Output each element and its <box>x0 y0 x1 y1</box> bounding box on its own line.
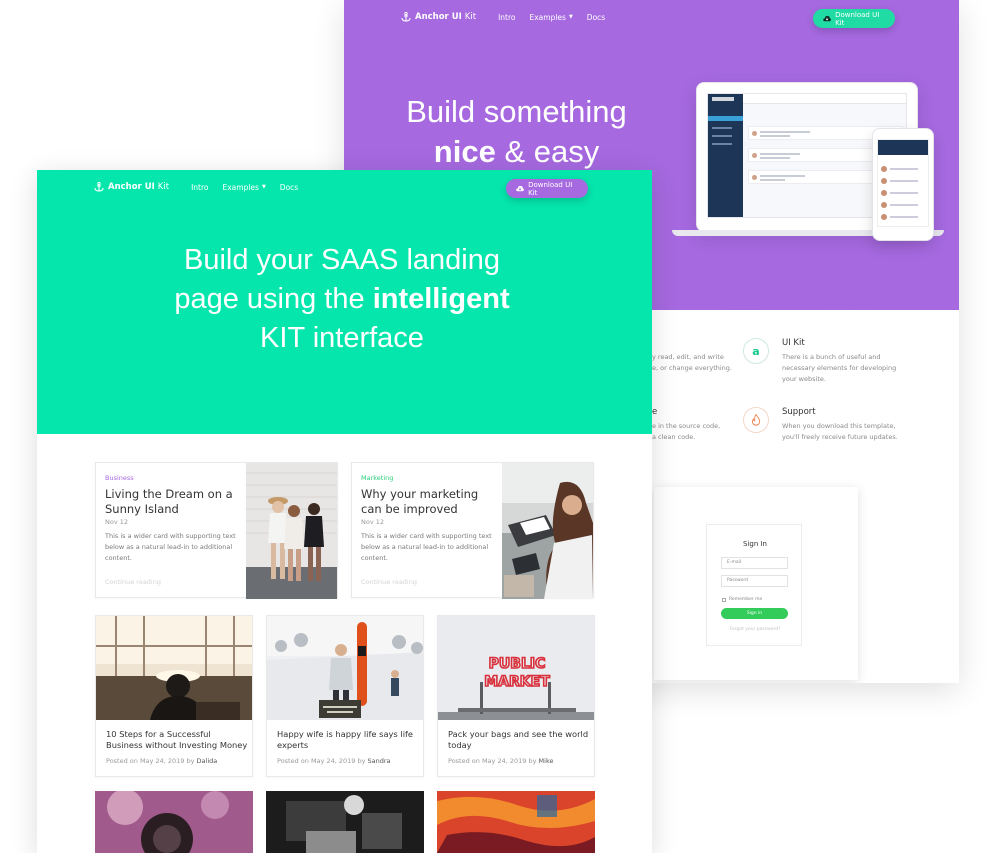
flame-icon <box>743 407 769 433</box>
headline-line2: & easy <box>504 134 600 169</box>
article-card[interactable]: PUBLIC MARKET Pack your bags and see the… <box>437 615 595 777</box>
headline-line2: page using the <box>174 283 365 315</box>
card-date: Nov 12 <box>361 518 385 526</box>
author-name[interactable]: Sandra <box>368 757 391 765</box>
signin-title: Sign In <box>743 540 767 548</box>
phone-mockup <box>872 128 934 241</box>
article-card-image[interactable] <box>95 791 253 853</box>
forgot-password-link[interactable]: Forgot your password? <box>707 627 803 632</box>
public-sign-text: PUBLIC <box>489 656 546 672</box>
nav-intro-link[interactable]: Intro <box>191 183 208 192</box>
feature-text-fragment: a clean code. <box>652 433 696 441</box>
front-navbar: Anchor UI Kit Intro Examples ▼ Docs <box>94 182 312 192</box>
continue-reading-link[interactable]: Continue reading <box>361 578 417 586</box>
nav-examples-label: Examples <box>222 182 259 192</box>
card-title: Pack your bags and see the world today <box>448 729 589 750</box>
author-name[interactable]: Mike <box>539 757 554 765</box>
phone-screen <box>877 139 929 227</box>
card-title: Happy wife is happy life says life exper… <box>277 729 414 750</box>
card-title: 10 Steps for a Successful Business witho… <box>106 729 248 750</box>
article-card-wide[interactable]: Business Living the Dream on a Sunny Isl… <box>95 462 338 599</box>
card-image <box>502 463 593 599</box>
nav-examples-dropdown[interactable]: Examples ▼ <box>529 13 572 22</box>
anchor-icon <box>94 182 104 192</box>
card-meta: Posted on May 24, 2019 by Mike <box>448 757 554 765</box>
card-title: Why your marketing can be improved <box>361 487 479 516</box>
nav-examples-dropdown[interactable]: Examples ▼ <box>222 183 265 192</box>
brand-suffix: Kit <box>157 182 170 192</box>
nav-docs-link[interactable]: Docs <box>587 13 605 22</box>
feature-title: Support <box>782 407 816 417</box>
feature-title-fragment: e <box>652 407 658 417</box>
card-image <box>96 616 252 720</box>
category-label[interactable]: Marketing <box>361 474 393 482</box>
remember-me-checkbox[interactable]: Remember me <box>722 597 762 602</box>
checkbox-icon <box>722 597 726 602</box>
email-field[interactable]: E-mail <box>721 557 788 569</box>
continue-reading-link[interactable]: Continue reading <box>105 578 161 586</box>
feature-text: When you download this template, you'll … <box>782 422 898 441</box>
brand-name: Anchor UI <box>415 12 462 22</box>
download-label: Download UI Kit <box>835 10 880 27</box>
dashboard-sidebar <box>708 94 743 217</box>
anchor-icon <box>401 12 411 22</box>
back-download-button[interactable]: Download UI Kit <box>813 9 895 28</box>
card-image: PUBLIC MARKET <box>438 616 594 720</box>
card-image <box>246 463 337 599</box>
headline-line3: KIT interface <box>260 322 424 354</box>
feature-text: There is a bunch of useful and necessary… <box>782 353 897 383</box>
signin-button[interactable]: Sign in <box>721 608 788 619</box>
cloud-download-icon <box>823 15 831 22</box>
amazon-a-icon: a <box>743 338 769 364</box>
remember-label: Remember me <box>729 597 763 602</box>
nav-examples-label: Examples <box>529 12 566 22</box>
feature-text-fragment: e in the source code, <box>652 422 721 430</box>
brand-suffix: Kit <box>464 12 477 22</box>
card-image <box>267 616 423 720</box>
card-title: Living the Dream on a Sunny Island <box>105 487 233 516</box>
caret-down-icon: ▼ <box>568 14 573 20</box>
card-text: This is a wider card with supporting tex… <box>105 532 236 562</box>
brand-name: Anchor UI <box>108 182 155 192</box>
author-name[interactable]: Dalida <box>197 757 218 765</box>
card-text: This is a wider card with supporting tex… <box>361 532 492 562</box>
article-card-wide[interactable]: Marketing Why your marketing can be impr… <box>351 462 594 599</box>
article-card-image[interactable] <box>437 791 595 853</box>
signin-form: Sign In E-mail Password Remember me Sign… <box>706 524 802 646</box>
article-card[interactable]: 10 Steps for a Successful Business witho… <box>95 615 253 777</box>
front-hero-headline: Build your SAAS landing page using the i… <box>127 241 557 358</box>
card-meta: Posted on May 24, 2019 by Dalida <box>106 757 218 765</box>
headline-bold: intelligent <box>372 283 510 315</box>
market-sign-text: MARKET <box>484 674 550 690</box>
category-label[interactable]: Business <box>105 474 134 482</box>
headline-line1: Build something <box>406 94 627 129</box>
headline-bold: nice <box>433 134 496 169</box>
nav-docs-link[interactable]: Docs <box>280 183 298 192</box>
password-field[interactable]: Password <box>721 575 788 587</box>
caret-down-icon: ▼ <box>261 184 266 190</box>
feature-text-fragment: e, or change everything. <box>652 364 732 372</box>
download-label: Download UI Kit <box>528 180 573 197</box>
card-date: Nov 12 <box>105 518 129 526</box>
article-card-image[interactable] <box>266 791 424 853</box>
back-hero-headline: Build something nice & easy <box>384 92 649 172</box>
front-download-button[interactable]: Download UI Kit <box>506 179 588 198</box>
cloud-download-icon <box>516 185 524 192</box>
feature-title: UI Kit <box>782 338 805 348</box>
feature-text-fragment: y read, edit, and write <box>652 353 724 361</box>
signin-section: Sign In E-mail Password Remember me Sign… <box>654 487 858 680</box>
front-brand-logo[interactable]: Anchor UI Kit <box>94 182 169 192</box>
nav-intro-link[interactable]: Intro <box>498 13 515 22</box>
article-card[interactable]: Happy wife is happy life says life exper… <box>266 615 424 777</box>
front-landing-page: Anchor UI Kit Intro Examples ▼ Docs Downlo… <box>37 170 652 853</box>
back-navbar: Anchor UI Kit Intro Examples ▼ Docs <box>401 12 619 22</box>
dashboard-topbar <box>743 94 906 104</box>
headline-line1: Build your SAAS landing <box>184 244 500 276</box>
back-brand-logo[interactable]: Anchor UI Kit <box>401 12 476 22</box>
card-meta: Posted on May 24, 2019 by Sandra <box>277 757 391 765</box>
